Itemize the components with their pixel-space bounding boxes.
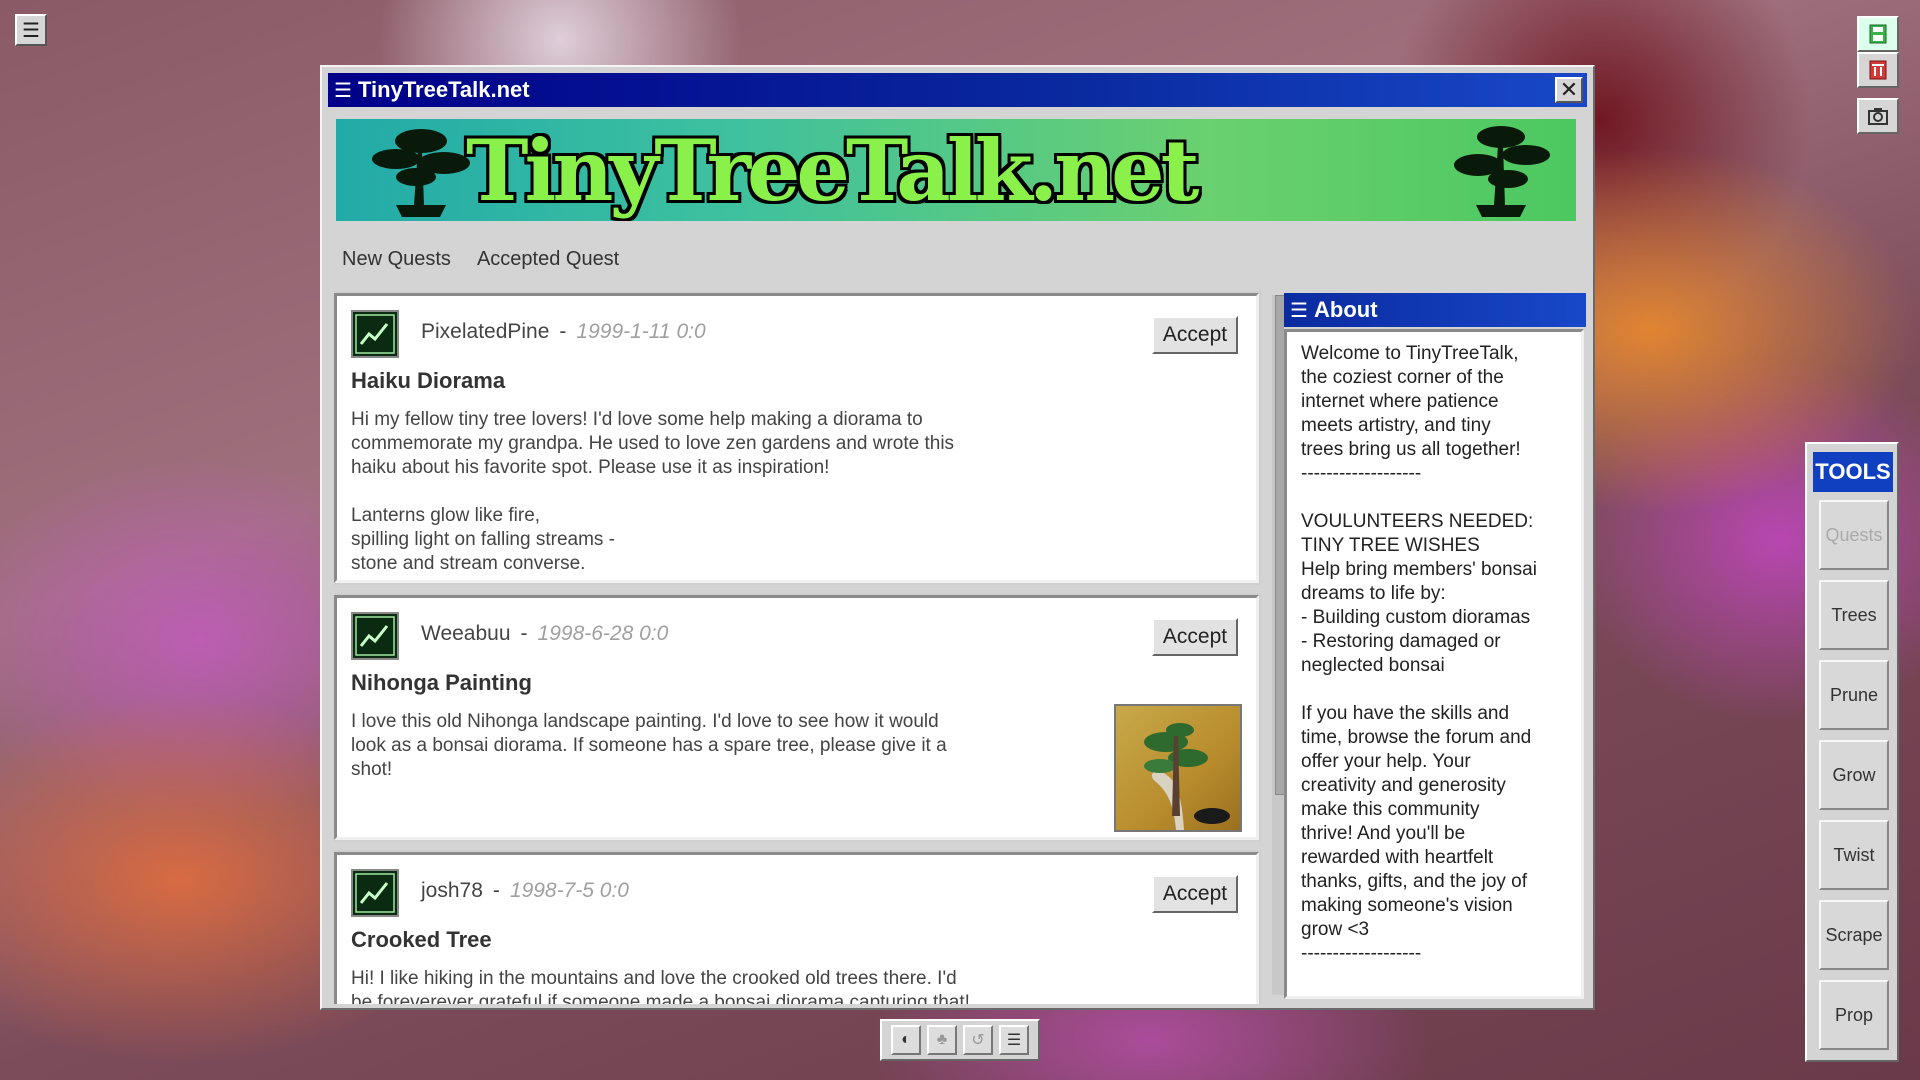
about-panel: ☰ About Welcome to TinyTreeTalk, the coz… [1284,289,1589,1004]
browser-window: ☰ TinyTreeTalk.net ✕ TinyTreeTalk.net Ne… [320,65,1595,1010]
undo-icon: ↺ [971,1032,985,1049]
tool-prop[interactable]: Prop [1819,980,1889,1050]
tool-prune[interactable]: Prune [1819,660,1889,730]
post-title: Nihonga Painting [351,670,532,695]
tree-icon: ♣ [936,1031,948,1048]
quest-feed[interactable]: PixelatedPine -1999-1-11 0:0 Accept Haiku… [334,289,1272,1004]
save-button[interactable] [1857,16,1899,52]
save-icon [1869,24,1887,44]
bottom-taskbar: ◐ ♣ ↺ ☰ [880,1019,1040,1061]
tools-panel: TOOLS Quests Trees Prune Grow Twist Scra… [1805,442,1899,1062]
post-username[interactable]: Weeabuu [421,622,511,645]
quest-post: Weeabuu -1998-6-28 0:0 Accept Nihonga Pai… [334,593,1261,842]
window-title: TinyTreeTalk.net [358,77,530,102]
quest-post: josh78-1998-7-5 0:0 Accept Crooked Tree … [334,850,1261,1004]
accept-button[interactable]: Accept [1152,875,1238,913]
post-body: Hi my fellow tiny tree lovers! I'd love … [351,409,955,574]
contrast-button[interactable]: ◐ [891,1025,921,1055]
avatar [351,612,399,660]
chart-avatar-icon [355,314,395,354]
post-username[interactable]: josh78 [421,879,483,902]
delete-button[interactable] [1857,52,1899,88]
window-titlebar[interactable]: ☰ TinyTreeTalk.net ✕ [328,73,1587,107]
about-header: ☰ About [1284,293,1586,327]
trash-icon [1869,60,1887,80]
about-body[interactable]: Welcome to TinyTreeTalk, the coziest cor… [1284,329,1584,999]
site-nav: New Quests Accepted Quest [328,233,1587,285]
bonsai-tree-icon-right [1454,126,1550,217]
post-username[interactable]: PixelatedPine [421,320,549,343]
post-meta: PixelatedPine -1999-1-11 0:0 [421,320,706,343]
tool-grow[interactable]: Grow [1819,740,1889,810]
accept-button[interactable]: Accept [1152,316,1238,354]
painting-icon [1144,723,1230,830]
close-button[interactable]: ✕ [1555,77,1583,103]
tools-title: TOOLS [1813,452,1893,492]
accept-button[interactable]: Accept [1152,618,1238,656]
chart-avatar-icon [355,616,395,656]
about-text: Welcome to TinyTreeTalk, the coziest cor… [1301,343,1537,964]
menu-button[interactable]: ☰ [999,1025,1029,1055]
post-meta: josh78-1998-7-5 0:0 [421,879,629,902]
post-date: 1998-7-5 0:0 [509,879,629,902]
menu-icon: ☰ [1006,1032,1022,1049]
tool-quests[interactable]: Quests [1819,500,1889,570]
screenshot-button[interactable] [1857,98,1899,134]
window-menu-icon[interactable]: ☰ [328,78,358,103]
nihonga-painting-image[interactable] [1114,704,1242,832]
tool-twist[interactable]: Twist [1819,820,1889,890]
about-title: About [1314,297,1378,322]
tree-button[interactable]: ♣ [927,1025,957,1055]
tool-trees[interactable]: Trees [1819,580,1889,650]
bonsai-tree-icon-left [372,129,470,217]
camera-icon [1868,108,1888,125]
nav-new-quests[interactable]: New Quests [342,248,451,271]
tool-scrape[interactable]: Scrape [1819,900,1889,970]
post-meta: Weeabuu -1998-6-28 0:0 [421,622,669,645]
desktop-menu-button[interactable]: ☰ [15,14,47,46]
nav-accepted-quest[interactable]: Accepted Quest [477,248,619,271]
avatar [351,869,399,917]
undo-button[interactable]: ↺ [963,1025,993,1055]
post-date: 1999-1-11 0:0 [576,320,706,343]
post-title: Crooked Tree [351,927,492,952]
post-body: I love this old Nihonga landscape painti… [351,711,947,780]
avatar [351,310,399,358]
chart-avatar-icon [355,873,395,913]
post-title: Haiku Diorama [351,368,506,393]
post-body: Hi! I like hiking in the mountains and l… [351,968,970,1004]
site-banner: TinyTreeTalk.net [336,119,1576,221]
about-menu-icon: ☰ [1290,299,1308,322]
banner-logo-text: TinyTreeTalk.net [466,121,1199,220]
side-toolbar [1857,16,1905,134]
contrast-icon: ◐ [901,1031,911,1048]
quest-post: PixelatedPine -1999-1-11 0:0 Accept Haiku… [334,291,1261,585]
hamburger-icon: ☰ [22,19,40,42]
post-date: 1998-6-28 0:0 [537,622,669,645]
close-icon: ✕ [1559,77,1579,102]
